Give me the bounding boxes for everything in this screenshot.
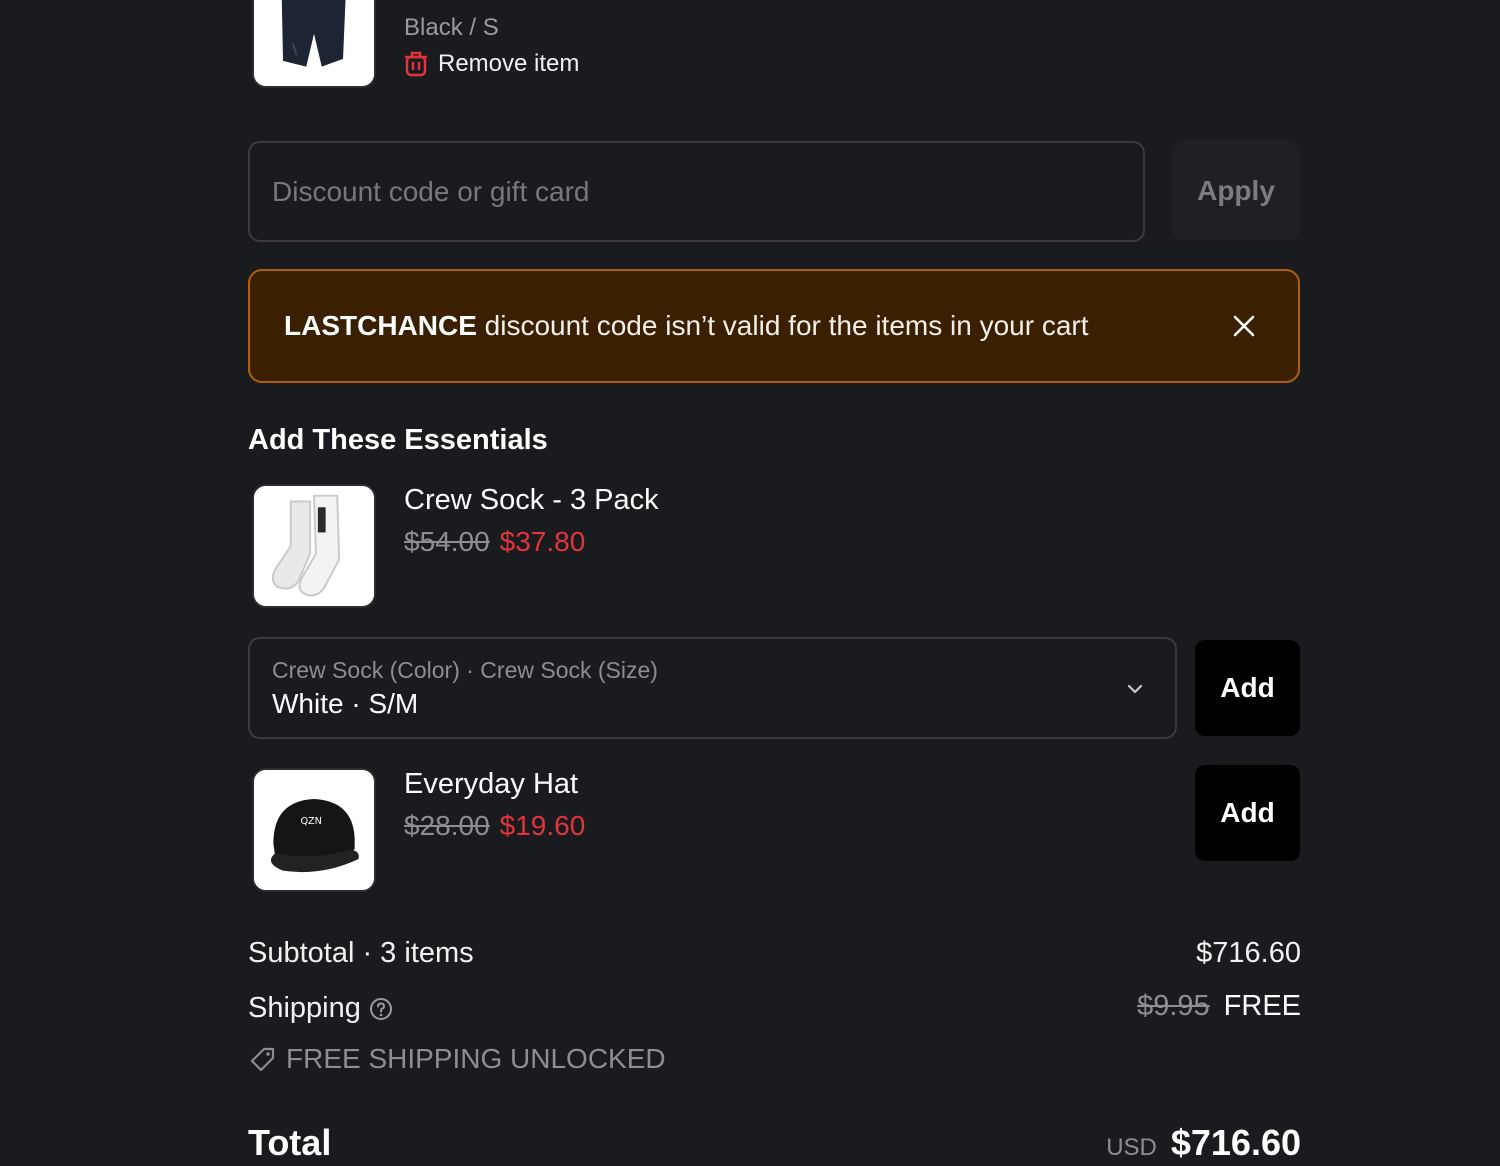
cart-item-image — [252, 0, 376, 88]
currency-code: USD — [1106, 1134, 1157, 1161]
chevron-down-icon — [1127, 684, 1143, 694]
discount-error-alert: LASTCHANCE discount code isn’t valid for… — [248, 269, 1300, 383]
free-shipping-unlocked: FREE SHIPPING UNLOCKED — [248, 1043, 666, 1075]
shipping-original: $9.95 — [1137, 990, 1210, 1022]
tag-icon — [250, 1047, 275, 1072]
crew-sock-variant-select[interactable]: Crew Sock (Color) · Crew Sock (Size) Whi… — [248, 637, 1177, 739]
discount-input[interactable] — [248, 141, 1145, 242]
product-image-crew-sock[interactable] — [252, 484, 376, 608]
discount-code: LASTCHANCE — [284, 310, 477, 341]
product-image-everyday-hat[interactable]: QZN — [252, 768, 376, 892]
product-name-everyday-hat: Everyday Hat — [404, 768, 579, 800]
variant-select-label: Crew Sock (Color) · Crew Sock (Size) — [272, 657, 658, 683]
total-value: $716.60 — [1170, 1122, 1301, 1163]
close-icon[interactable] — [1232, 314, 1256, 338]
remove-item-label: Remove item — [438, 50, 580, 77]
variant-select-value: White · S/M — [272, 688, 419, 719]
original-price: $54.00 — [404, 526, 490, 557]
svg-text:QZN: QZN — [300, 816, 321, 827]
essentials-title: Add These Essentials — [248, 424, 548, 456]
price-row-everyday-hat: $28.00 $19.60 — [404, 810, 585, 842]
apply-button[interactable]: Apply — [1172, 141, 1300, 240]
help-icon[interactable] — [369, 997, 393, 1021]
total-values: USD $716.60 — [1106, 1122, 1301, 1164]
price-row-crew-sock: $54.00 $37.80 — [404, 526, 585, 558]
shipping-value: FREE — [1223, 990, 1301, 1022]
add-crew-sock-button[interactable]: Add — [1195, 640, 1300, 736]
subtotal-value: $716.60 — [1196, 937, 1301, 969]
sale-price: $37.80 — [499, 526, 586, 557]
shipping-values: $9.95 FREE — [1137, 990, 1301, 1023]
original-price: $28.00 — [404, 810, 490, 841]
sale-price: $19.60 — [499, 810, 586, 841]
shipping-row: Shipping — [248, 992, 393, 1025]
total-label: Total — [248, 1122, 332, 1163]
subtotal-label: Subtotal · 3 items — [248, 937, 474, 969]
alert-message: LASTCHANCE discount code isn’t valid for… — [284, 310, 1232, 342]
cart-item-variant: Black / S — [404, 14, 499, 41]
add-everyday-hat-button[interactable]: Add — [1195, 765, 1300, 861]
remove-item-button[interactable]: Remove item — [404, 50, 579, 78]
product-name-crew-sock: Crew Sock - 3 Pack — [404, 484, 659, 516]
cart-drawer: Black / S Remove item Apply LASTCHANCE d… — [0, 0, 1500, 1166]
alert-text: discount code isn’t valid for the items … — [476, 310, 1089, 341]
free-shipping-text: FREE SHIPPING UNLOCKED — [286, 1043, 666, 1074]
trash-icon — [405, 51, 427, 77]
shipping-label: Shipping — [248, 992, 361, 1024]
